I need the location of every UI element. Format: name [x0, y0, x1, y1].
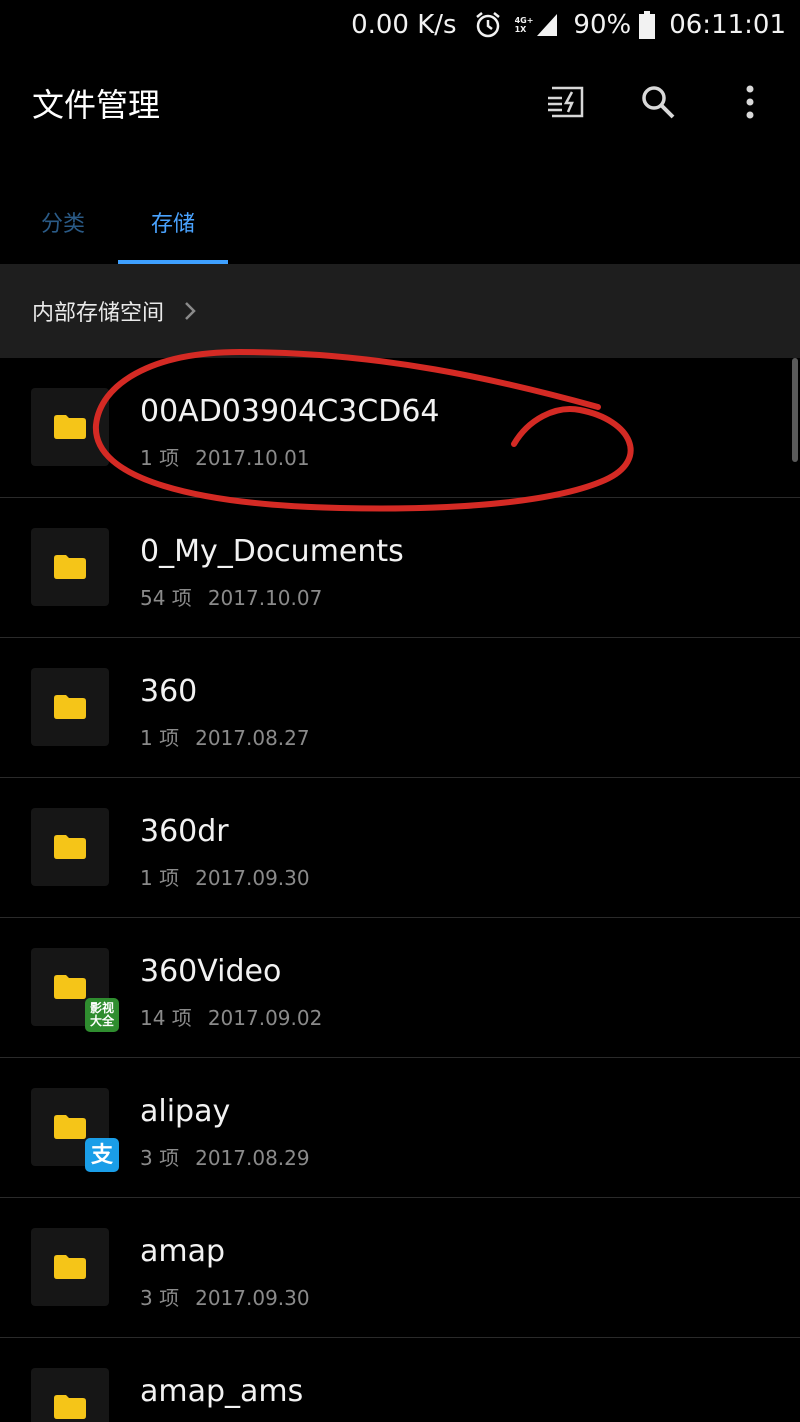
folder-tile	[31, 668, 109, 746]
item-meta: 3 项 2017.09.30	[140, 1282, 310, 1311]
item-meta: 1 项 2017.08.27	[140, 722, 310, 751]
folder-icon	[54, 1395, 86, 1419]
folder-icon	[54, 555, 86, 579]
folder-tile	[31, 1368, 109, 1422]
chevron-right-icon	[184, 301, 196, 321]
item-count: 1 项	[140, 726, 180, 750]
folder-icon	[54, 415, 86, 439]
network-speed: 0.00 K/s	[351, 10, 457, 40]
list-item[interactable]: amap_ams	[0, 1338, 800, 1422]
scrollbar[interactable]	[792, 358, 798, 462]
list-item[interactable]: 00AD03904C3CD64 1 项 2017.10.01	[0, 358, 800, 498]
list-item[interactable]: 0_My_Documents 54 项 2017.10.07	[0, 498, 800, 638]
file-list[interactable]: 00AD03904C3CD64 1 项 2017.10.01 0_My_Docum…	[0, 358, 800, 1422]
storage-cleanup-icon[interactable]	[542, 78, 590, 126]
item-meta: 54 项 2017.10.07	[140, 582, 322, 611]
folder-tile: 影视 大全	[31, 948, 119, 1032]
item-date: 2017.08.29	[195, 1146, 310, 1170]
folder-tile	[31, 808, 109, 886]
item-meta: 14 项 2017.09.02	[140, 1002, 322, 1031]
network-type-top: 4G+	[514, 16, 534, 25]
item-name: 360Video	[140, 954, 282, 989]
item-count: 3 项	[140, 1286, 180, 1310]
list-item[interactable]: 360dr 1 项 2017.09.30	[0, 778, 800, 918]
item-name: 360dr	[140, 814, 229, 849]
list-item[interactable]: 360 1 项 2017.08.27	[0, 638, 800, 778]
item-count: 14 项	[140, 1006, 192, 1030]
search-icon[interactable]	[634, 78, 682, 126]
network-type-bottom: 1X	[514, 25, 527, 34]
folder-icon	[54, 835, 86, 859]
signal-icon: 4G+ 1X	[515, 12, 560, 38]
item-date: 2017.08.27	[195, 726, 310, 750]
video-app-badge: 影视 大全	[85, 998, 119, 1032]
battery-percentage: 90%	[573, 10, 632, 40]
item-meta: 1 项 2017.09.30	[140, 862, 310, 891]
item-count: 1 项	[140, 866, 180, 890]
more-options-icon[interactable]	[726, 78, 774, 126]
item-date: 2017.09.30	[195, 866, 310, 890]
breadcrumb[interactable]: 内部存储空间	[0, 264, 800, 358]
folder-icon	[54, 1115, 86, 1139]
breadcrumb-label[interactable]: 内部存储空间	[32, 295, 164, 327]
list-item[interactable]: amap 3 项 2017.09.30	[0, 1198, 800, 1338]
tab-category[interactable]: 分类	[20, 180, 106, 264]
item-name: amap	[140, 1234, 226, 1269]
item-date: 2017.09.30	[195, 1286, 310, 1310]
item-count: 1 项	[140, 446, 180, 470]
list-item[interactable]: 支 alipay 3 项 2017.08.29	[0, 1058, 800, 1198]
folder-tile	[31, 528, 109, 606]
item-name: 360	[140, 674, 198, 709]
folder-icon	[54, 1255, 86, 1279]
list-item[interactable]: 影视 大全 360Video 14 项 2017.09.02	[0, 918, 800, 1058]
item-date: 2017.10.01	[195, 446, 310, 470]
item-meta: 1 项 2017.10.01	[140, 442, 310, 471]
folder-tile: 支	[31, 1088, 119, 1172]
item-date: 2017.10.07	[207, 586, 323, 610]
item-date: 2017.09.02	[207, 1006, 323, 1030]
clock: 06:11:01	[669, 10, 786, 40]
status-bar: 0.00 K/s 4G+ 1X 90% 06:11:01	[0, 0, 800, 50]
tab-bar: 分类 存储	[0, 180, 800, 264]
battery-icon	[639, 11, 656, 39]
app-bar: 文件管理	[0, 56, 800, 148]
item-count: 54 项	[140, 586, 192, 610]
item-meta: 3 项 2017.08.29	[140, 1142, 310, 1171]
page-title: 文件管理	[32, 86, 161, 124]
tab-storage[interactable]: 存储	[118, 180, 228, 264]
item-name: 0_My_Documents	[140, 534, 404, 569]
item-name: 00AD03904C3CD64	[140, 394, 440, 429]
item-name: alipay	[140, 1094, 231, 1129]
item-count: 3 项	[140, 1146, 180, 1170]
alipay-app-badge: 支	[85, 1138, 119, 1172]
folder-icon	[54, 975, 86, 999]
item-name: amap_ams	[140, 1374, 304, 1409]
alarm-icon	[473, 10, 503, 40]
folder-tile	[31, 1228, 109, 1306]
folder-tile	[31, 388, 109, 466]
folder-icon	[54, 695, 86, 719]
